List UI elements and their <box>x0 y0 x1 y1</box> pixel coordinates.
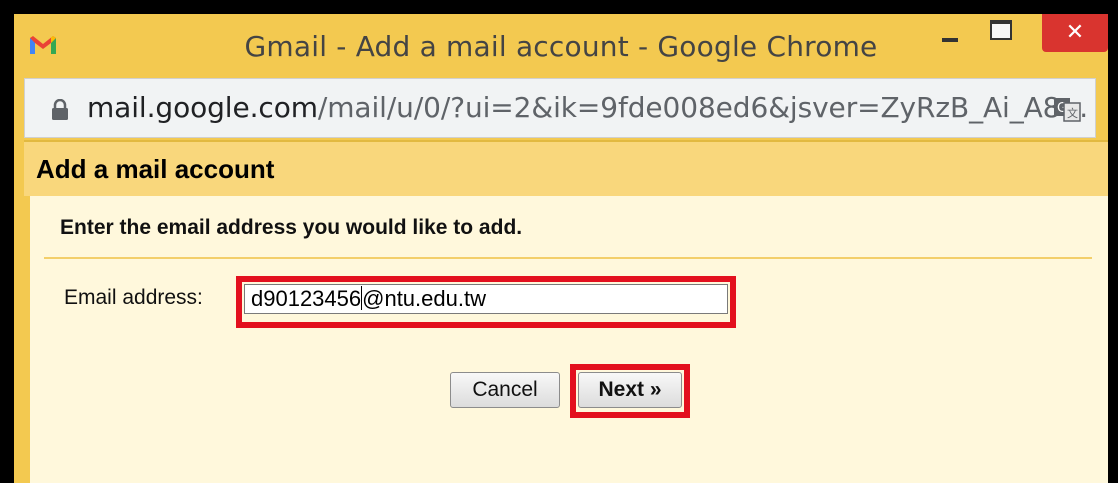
maximize-button[interactable] <box>974 14 1026 54</box>
close-icon: ✕ <box>1065 20 1085 45</box>
email-address-input[interactable]: d90123456@ntu.edu.tw <box>244 284 728 314</box>
email-value-after-caret: @ntu.edu.tw <box>362 286 486 311</box>
dialog-body: Enter the email address you would like t… <box>30 196 1108 483</box>
dialog-header: Add a mail account <box>24 140 1108 196</box>
address-bar[interactable]: mail.google.com/mail/u/0/?ui=2&ik=9fde00… <box>24 78 1096 138</box>
dialog-title: Add a mail account <box>36 154 275 184</box>
close-button[interactable]: ✕ <box>1042 14 1108 52</box>
email-address-label: Email address: <box>64 286 203 309</box>
url-host: mail.google.com <box>87 91 318 124</box>
translate-icon[interactable]: G 文 <box>1053 95 1081 123</box>
next-button[interactable]: Next » <box>578 372 682 408</box>
cancel-button[interactable]: Cancel <box>450 372 560 408</box>
instruction-text: Enter the email address you would like t… <box>60 216 523 239</box>
lock-icon <box>52 99 68 120</box>
minimize-icon <box>942 38 958 42</box>
url-text[interactable]: mail.google.com/mail/u/0/?ui=2&ik=9fde00… <box>87 91 1088 124</box>
minimize-button[interactable] <box>922 14 972 54</box>
maximize-icon <box>990 20 1012 40</box>
svg-text:文: 文 <box>1067 106 1078 120</box>
title-bar[interactable]: Gmail - Add a mail account - Google Chro… <box>14 14 1108 76</box>
divider <box>44 257 1092 259</box>
email-value-before-caret: d90123456 <box>251 286 362 311</box>
url-path: /mail/u/0/?ui=2&ik=9fde008ed6&jsver=ZyRz… <box>317 91 1089 124</box>
